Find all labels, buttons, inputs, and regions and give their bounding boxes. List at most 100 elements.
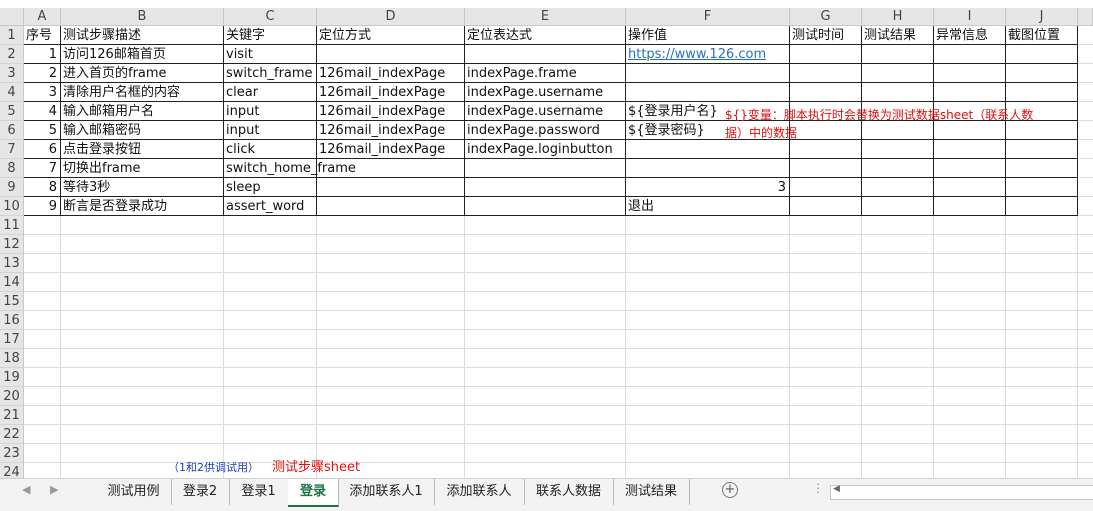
cell-f17[interactable]: [626, 330, 790, 349]
cell-k3[interactable]: [1078, 64, 1093, 83]
cell-g22[interactable]: [790, 425, 862, 444]
column-header-b[interactable]: B: [61, 8, 224, 26]
cell-a13[interactable]: [24, 254, 61, 273]
cell-e1[interactable]: 定位表达式: [465, 26, 626, 45]
sheet-tab-6[interactable]: 添加联系人: [434, 479, 525, 505]
cell-j13[interactable]: [1006, 254, 1078, 273]
add-sheet-icon[interactable]: +: [722, 482, 738, 498]
cell-f20[interactable]: [626, 387, 790, 406]
next-sheet-icon[interactable]: ▶: [50, 483, 58, 496]
cell-k22[interactable]: [1078, 425, 1093, 444]
cell-g1[interactable]: 测试时间: [790, 26, 862, 45]
cell-j14[interactable]: [1006, 273, 1078, 292]
row-header-23[interactable]: 23: [0, 444, 24, 463]
cell-i22[interactable]: [934, 425, 1006, 444]
cell-j21[interactable]: [1006, 406, 1078, 425]
cell-i3[interactable]: [934, 64, 1006, 83]
cell-a23[interactable]: [24, 444, 61, 463]
row-header-20[interactable]: 20: [0, 387, 24, 406]
cell-d9[interactable]: [317, 178, 465, 197]
row-header-19[interactable]: 19: [0, 368, 24, 387]
cell-c14[interactable]: [224, 273, 317, 292]
cell-b13[interactable]: [61, 254, 224, 273]
cell-k18[interactable]: [1078, 349, 1093, 368]
cell-i2[interactable]: [934, 45, 1006, 64]
row-header-15[interactable]: 15: [0, 292, 24, 311]
prev-sheet-icon[interactable]: ◀: [22, 483, 30, 496]
cell-k5[interactable]: [1078, 102, 1093, 121]
cell-i17[interactable]: [934, 330, 1006, 349]
cell-f8[interactable]: [626, 159, 790, 178]
cell-g21[interactable]: [790, 406, 862, 425]
cell-b19[interactable]: [61, 368, 224, 387]
cell-e3[interactable]: indexPage.frame: [465, 64, 626, 83]
cell-b16[interactable]: [61, 311, 224, 330]
cell-d13[interactable]: [317, 254, 465, 273]
cell-b9[interactable]: 等待3秒: [61, 178, 224, 197]
tab-splitter-icon[interactable]: ⋮: [812, 481, 824, 495]
cell-k19[interactable]: [1078, 368, 1093, 387]
cell-i4[interactable]: [934, 83, 1006, 102]
cell-b2[interactable]: 访问126邮箱首页: [61, 45, 224, 64]
cell-k16[interactable]: [1078, 311, 1093, 330]
row-header-8[interactable]: 8: [0, 159, 24, 178]
cell-e7[interactable]: indexPage.loginbutton: [465, 140, 626, 159]
row-header-10[interactable]: 10: [0, 197, 24, 216]
cell-a11[interactable]: [24, 216, 61, 235]
cell-f18[interactable]: [626, 349, 790, 368]
cell-h3[interactable]: [862, 64, 934, 83]
cell-a5[interactable]: 4: [24, 102, 61, 121]
column-header-i[interactable]: I: [934, 8, 1006, 26]
column-header-c[interactable]: C: [224, 8, 317, 26]
cell-e4[interactable]: indexPage.username: [465, 83, 626, 102]
cell-i11[interactable]: [934, 216, 1006, 235]
cell-d16[interactable]: [317, 311, 465, 330]
row-header-18[interactable]: 18: [0, 349, 24, 368]
cell-d2[interactable]: [317, 45, 465, 64]
cell-f11[interactable]: [626, 216, 790, 235]
cell-g12[interactable]: [790, 235, 862, 254]
cell-e11[interactable]: [465, 216, 626, 235]
cell-f2[interactable]: https://www.126.com: [626, 45, 790, 64]
cell-j10[interactable]: [1006, 197, 1078, 216]
cell-b1[interactable]: 测试步骤描述: [61, 26, 224, 45]
cell-c4[interactable]: clear: [224, 83, 317, 102]
cell-g19[interactable]: [790, 368, 862, 387]
row-header-6[interactable]: 6: [0, 121, 24, 140]
cell-b7[interactable]: 点击登录按钮: [61, 140, 224, 159]
cell-k14[interactable]: [1078, 273, 1093, 292]
cell-i19[interactable]: [934, 368, 1006, 387]
sheet-tab-2[interactable]: 登录2: [171, 479, 230, 505]
cell-h14[interactable]: [862, 273, 934, 292]
cell-e2[interactable]: [465, 45, 626, 64]
row-header-13[interactable]: 13: [0, 254, 24, 273]
cell-c2[interactable]: visit: [224, 45, 317, 64]
cell-a18[interactable]: [24, 349, 61, 368]
column-header-f[interactable]: F: [626, 8, 790, 26]
cell-f19[interactable]: [626, 368, 790, 387]
cell-c22[interactable]: [224, 425, 317, 444]
cell-b14[interactable]: [61, 273, 224, 292]
cell-e14[interactable]: [465, 273, 626, 292]
cell-a10[interactable]: 9: [24, 197, 61, 216]
cell-i14[interactable]: [934, 273, 1006, 292]
cell-a4[interactable]: 3: [24, 83, 61, 102]
cell-d18[interactable]: [317, 349, 465, 368]
cell-h1[interactable]: 测试结果: [862, 26, 934, 45]
select-all-corner[interactable]: [0, 8, 24, 26]
cell-g16[interactable]: [790, 311, 862, 330]
cell-h6[interactable]: [862, 121, 934, 140]
cell-c11[interactable]: [224, 216, 317, 235]
cell-c15[interactable]: [224, 292, 317, 311]
cell-h15[interactable]: [862, 292, 934, 311]
cell-e16[interactable]: [465, 311, 626, 330]
cell-j19[interactable]: [1006, 368, 1078, 387]
sheet-tab-7[interactable]: 联系人数据: [524, 479, 614, 505]
cell-d1[interactable]: 定位方式: [317, 26, 465, 45]
cell-i24[interactable]: [934, 463, 1006, 478]
cell-i12[interactable]: [934, 235, 1006, 254]
cell-h21[interactable]: [862, 406, 934, 425]
cell-b11[interactable]: [61, 216, 224, 235]
cell-j2[interactable]: [1006, 45, 1078, 64]
row-header-16[interactable]: 16: [0, 311, 24, 330]
